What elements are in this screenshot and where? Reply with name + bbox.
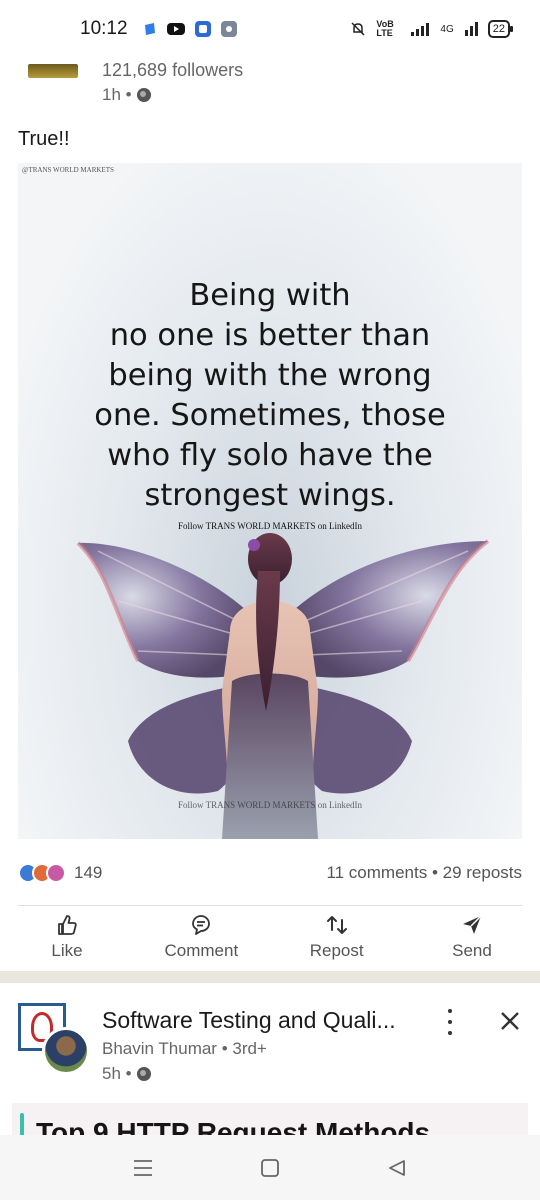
like-label: Like (51, 941, 83, 960)
follower-count: 121,689 followers (102, 60, 244, 80)
reaction-count[interactable]: 149 (74, 863, 102, 883)
repost-icon (326, 916, 347, 934)
reaction-icons[interactable] (18, 863, 66, 883)
image-watermark-bottom: Follow TRANS WORLD MARKETS on LinkedIn (178, 800, 362, 810)
image-watermark-top: @TRANS WORLD MARKETS (22, 166, 114, 174)
back-button[interactable] (382, 1153, 412, 1183)
network-label: 4G (440, 23, 454, 35)
comment-icon (192, 915, 211, 935)
status-notification-icons (142, 20, 238, 38)
comments-reposts-count[interactable]: 11 comments • 29 reposts (326, 863, 522, 883)
repost-label: Repost (309, 941, 364, 960)
settings-notification-icon (220, 21, 237, 37)
dot (448, 1009, 452, 1013)
post-text: True!! (18, 128, 70, 150)
status-time: 10:12 (80, 18, 128, 39)
love-reaction-icon (46, 863, 66, 883)
post-image[interactable]: @TRANS WORLD MARKETS Being with no one i… (18, 163, 522, 839)
repost-button[interactable]: Repost (287, 913, 387, 968)
author-avatar[interactable] (42, 1027, 90, 1075)
post-time-text: 1h • (102, 85, 132, 104)
app-notification-icon (144, 23, 155, 35)
article-preview[interactable]: Top 9 HTTP Request Methods (12, 1103, 528, 1135)
divider (18, 905, 522, 906)
youtube-icon (166, 23, 185, 35)
home-button[interactable] (255, 1153, 285, 1183)
post-timestamp: 1h • (102, 85, 151, 105)
send-button[interactable]: Send (422, 913, 522, 968)
menu-lines-icon (134, 1159, 153, 1176)
status-bar: 10:12 VoB LTE 4G 22 (0, 0, 540, 58)
butterfly-woman-illustration (76, 533, 490, 839)
globe-icon (136, 1067, 151, 1081)
status-indicators: VoB LTE 4G 22 (350, 19, 514, 38)
image-quote: Being with no one is better than being w… (94, 278, 446, 513)
recents-button[interactable] (128, 1153, 158, 1183)
second-post-header: Software Testing and Quali... Bhavin Thu… (0, 983, 540, 1103)
more-options-button[interactable] (438, 1009, 462, 1035)
article-accent (20, 1113, 24, 1135)
mute-bell-icon (351, 22, 365, 36)
article-title: Top 9 HTTP Request Methods (36, 1117, 431, 1135)
post2-timestamp: 5h • (102, 1064, 151, 1084)
like-button[interactable]: Like (18, 913, 116, 968)
send-icon (462, 915, 482, 934)
globe-icon (136, 88, 151, 102)
system-navigation-bar (0, 1135, 540, 1200)
close-icon[interactable] (498, 1009, 522, 1033)
post2-time-text: 5h • (102, 1064, 132, 1083)
app-square-icon (194, 21, 211, 37)
company-logo[interactable] (28, 64, 78, 78)
signal-icon-2 (464, 22, 478, 36)
dot (448, 1020, 452, 1024)
post-header: 121,689 followers 1h • (0, 58, 540, 118)
author-name[interactable]: Bhavin Thumar • 3rd+ (102, 1039, 267, 1059)
comment-label: Comment (164, 941, 239, 960)
dot (448, 1031, 452, 1035)
comment-button[interactable]: Comment (151, 913, 251, 968)
post-actions: Like Comment Repost Send (18, 913, 522, 968)
social-counts: 149 11 comments • 29 reposts (18, 860, 522, 886)
feed-separator (0, 971, 540, 983)
signal-icon (411, 23, 430, 36)
volte-label: VoB LTE (376, 19, 394, 38)
battery-indicator: 22 (487, 20, 514, 38)
group-name[interactable]: Software Testing and Quali... (102, 1007, 412, 1034)
image-follow-line: Follow TRANS WORLD MARKETS on LinkedIn (178, 521, 362, 531)
home-square-icon (261, 1158, 279, 1177)
send-label: Send (452, 941, 492, 960)
back-triangle-icon (388, 1159, 405, 1176)
thumbs-up-icon (58, 915, 77, 935)
